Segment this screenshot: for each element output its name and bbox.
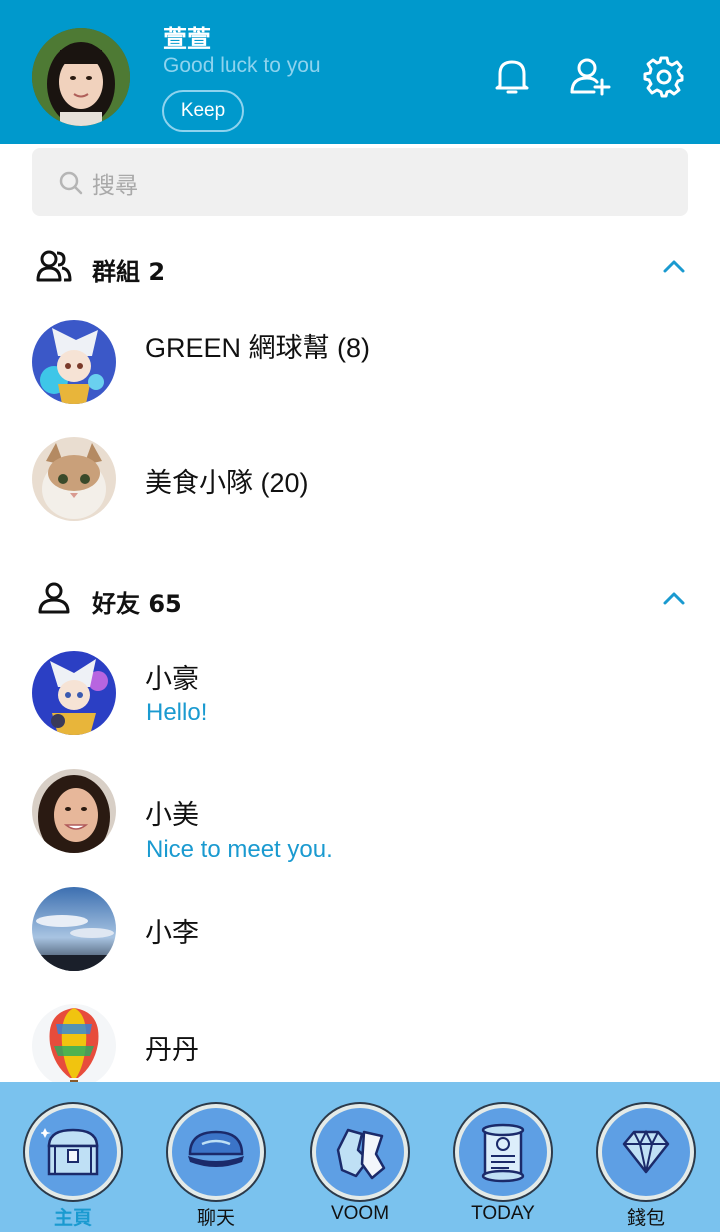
friend-status-message: Hello! [146, 699, 208, 726]
add-friend-icon[interactable] [568, 54, 612, 98]
friend-row[interactable]: 小豪 Hello! [0, 635, 720, 755]
tab-today[interactable]: TODAY [443, 1082, 563, 1232]
tab-voom[interactable]: VOOM [300, 1082, 420, 1232]
profile-avatar[interactable] [32, 28, 130, 126]
treasure-chest-icon [25, 1104, 121, 1200]
search-input[interactable]: 搜尋 [92, 166, 138, 200]
bottom-tab-bar: 主頁 聊天 VOOM TODAY 錢包 [0, 1082, 720, 1232]
friends-section-title: 好友 65 [92, 590, 182, 618]
chevron-up-icon[interactable] [660, 586, 688, 610]
profile-status-message[interactable]: Good luck to you [163, 54, 321, 78]
group-name: 美食小隊 (20) [145, 468, 309, 498]
search-icon [58, 170, 84, 196]
scroll-icon [455, 1104, 551, 1200]
search-bar[interactable]: 搜尋 [32, 148, 688, 216]
gloves-icon [312, 1104, 408, 1200]
keep-button[interactable]: Keep [162, 90, 244, 132]
friend-name: 小李 [145, 918, 199, 948]
group-avatar [32, 437, 116, 521]
group-icon [36, 248, 72, 284]
profile-header: 萱萱 Good luck to you Keep [0, 0, 720, 144]
friends-section-header[interactable]: 好友 65 [0, 574, 720, 622]
chevron-up-icon[interactable] [660, 254, 688, 278]
bell-icon[interactable] [490, 54, 534, 98]
person-icon [36, 580, 72, 616]
groups-section-header[interactable]: 群組 2 [0, 242, 720, 290]
friend-avatar [32, 1004, 116, 1088]
diamond-icon [598, 1104, 694, 1200]
tab-label: 聊天 [196, 1208, 235, 1229]
gear-icon[interactable] [642, 54, 686, 98]
tab-chats[interactable]: 聊天 [156, 1082, 276, 1232]
friend-name: 丹丹 [145, 1035, 199, 1065]
tab-label: VOOM [330, 1203, 390, 1224]
tab-label: 錢包 [626, 1208, 665, 1229]
friend-avatar [32, 769, 116, 853]
friend-status-message: Nice to meet you. [146, 836, 333, 863]
group-name: GREEN 網球幫 (8) [145, 333, 371, 363]
shell-icon [168, 1104, 264, 1200]
group-avatar [32, 320, 116, 404]
friend-avatar [32, 651, 116, 735]
tab-wallet[interactable]: 錢包 [586, 1082, 706, 1232]
friend-name: 小美 [145, 800, 199, 830]
groups-section-title: 群組 2 [92, 258, 166, 286]
group-row-tennis[interactable]: GREEN 網球幫 (8) [0, 304, 720, 424]
friend-avatar [32, 887, 116, 971]
friend-name: 小豪 [145, 664, 199, 694]
group-row-food[interactable]: 美食小隊 (20) [0, 421, 720, 541]
friend-row[interactable]: 小美 Nice to meet you. [0, 753, 720, 873]
profile-name: 萱萱 [163, 25, 211, 53]
tab-home[interactable]: 主頁 [13, 1082, 133, 1232]
friend-row[interactable]: 小李 [0, 871, 720, 991]
tab-label: 主頁 [53, 1208, 92, 1229]
tab-label: TODAY [471, 1203, 535, 1224]
